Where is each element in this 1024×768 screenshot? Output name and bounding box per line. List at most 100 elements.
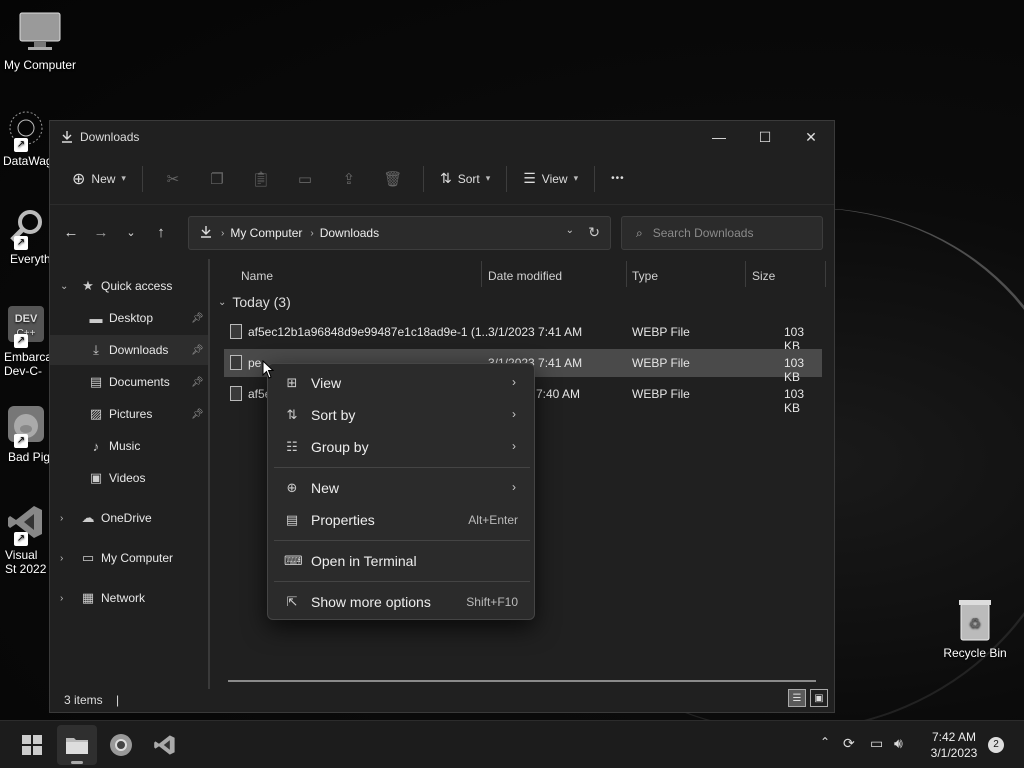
back-arrow-icon[interactable]: ←	[56, 217, 86, 247]
column-divider[interactable]	[825, 261, 826, 287]
menu-item-group-by[interactable]: ☷ Group by ›	[274, 432, 530, 462]
sidebar-item-label: Desktop	[109, 311, 154, 325]
sidebar-item-onedrive[interactable]: › ☁ OneDrive	[50, 503, 208, 533]
recent-locations-chevron-icon[interactable]: ⌄	[116, 217, 146, 247]
sidebar-item-network[interactable]: › ▦ Network	[50, 583, 208, 613]
sidebar-item-downloads[interactable]: ⤓ Downloads 📌︎	[50, 335, 208, 365]
toolbar-divider	[594, 165, 596, 192]
display-icon[interactable]: ▭	[870, 735, 883, 752]
download-icon	[199, 225, 213, 242]
desktop-icon-embarcadero[interactable]: DEVC++ ↗ Embarca Dev-C-	[0, 302, 52, 378]
taskbar-visual-studio[interactable]	[145, 725, 185, 765]
menu-item-open-in-terminal[interactable]: ⌨ Open in Terminal	[274, 546, 530, 576]
rename-icon[interactable]: ▭	[289, 161, 321, 197]
sidebar-item-music[interactable]: ♪ Music	[50, 431, 208, 461]
sidebar-item-quick-access[interactable]: ⌄ ★ Quick access	[50, 271, 208, 301]
column-header-name[interactable]: Name	[241, 263, 273, 289]
title-bar[interactable]: Downloads — ☐ ✕	[50, 121, 834, 153]
sidebar-item-my-computer[interactable]: › ▭ My Computer	[50, 543, 208, 573]
breadcrumb-my-computer[interactable]: My Computer	[230, 226, 302, 240]
desktop-icon-visual-studio[interactable]: ↗ Visual St 2022	[0, 500, 52, 576]
network-icon: ▦	[81, 590, 95, 605]
status-separator: |	[116, 693, 120, 707]
delete-icon[interactable]: 🗑︎	[377, 161, 409, 197]
mouse-cursor-icon	[262, 360, 275, 379]
speaker-icon[interactable]: 🔊︎	[894, 735, 903, 752]
view-button[interactable]: ☰ View ▾	[515, 161, 586, 197]
sidebar-item-videos[interactable]: ▣ Videos	[50, 463, 208, 493]
forward-arrow-icon[interactable]: →	[86, 217, 116, 247]
menu-item-label: Group by	[311, 439, 369, 455]
column-divider[interactable]	[481, 261, 482, 287]
menu-item-new[interactable]: ⊕ New ›	[274, 473, 530, 503]
chevron-down-icon: ▾	[485, 173, 491, 183]
up-arrow-icon[interactable]: ↑	[146, 217, 176, 247]
shortcut-arrow-icon: ↗	[14, 138, 28, 152]
webp-file-icon	[230, 386, 242, 401]
details-view-icon[interactable]: ☰	[788, 689, 806, 707]
sidebar-item-documents[interactable]: ▤ Documents 📌︎	[50, 367, 208, 397]
paste-icon[interactable]: 📋︎	[245, 161, 277, 197]
desktop-icon-everything[interactable]: ↗ Everyth	[0, 204, 52, 266]
minimize-button[interactable]: —	[696, 121, 742, 153]
new-button[interactable]: ⊕ New ▾	[64, 161, 134, 197]
chevron-down-icon[interactable]: ⌄	[566, 225, 574, 236]
notification-badge[interactable]: 2	[988, 737, 1004, 753]
breadcrumb-downloads[interactable]: Downloads	[320, 226, 379, 240]
file-type: WEBP File	[632, 325, 690, 339]
copy-icon[interactable]: ❐	[201, 161, 233, 197]
pin-icon: 📌︎	[191, 408, 204, 420]
shortcut-arrow-icon: ↗	[14, 334, 28, 348]
navigation-pane: ⌄ ★ Quick access ▬ Desktop 📌︎ ⤓ Download…	[50, 259, 210, 689]
desktop-icon-my-computer[interactable]: My Computer	[0, 10, 80, 72]
share-icon[interactable]: ⇪	[333, 161, 365, 197]
group-header-today[interactable]: ⌄ Today (3)	[218, 294, 291, 310]
chevron-down-icon: ▾	[573, 173, 579, 183]
chevron-right-icon: ›	[60, 552, 64, 564]
column-header-date[interactable]: Date modified	[488, 263, 562, 289]
view-toggles: ☰ ▣	[788, 689, 828, 707]
search-input[interactable]	[652, 226, 803, 240]
shortcut-arrow-icon: ↗	[14, 434, 28, 448]
column-header-type[interactable]: Type	[632, 263, 658, 289]
sidebar-item-desktop[interactable]: ▬ Desktop 📌︎	[50, 303, 208, 333]
taskbar-file-explorer[interactable]	[57, 725, 97, 765]
active-indicator	[71, 761, 83, 764]
desktop-icon-recycle-bin[interactable]: ♻ Recycle Bin	[935, 598, 1015, 660]
desktop-icon-datawag[interactable]: ↗ DataWag	[0, 106, 52, 168]
desktop-icon-label: My Computer	[3, 58, 77, 72]
see-more-button[interactable]: •••	[603, 161, 633, 197]
menu-item-properties[interactable]: ▤ Properties Alt+Enter	[274, 505, 530, 535]
maximize-button[interactable]: ☐	[742, 121, 788, 153]
sort-button[interactable]: ⇅ Sort ▾	[432, 161, 498, 197]
taskbar-chrome[interactable]	[101, 725, 141, 765]
desktop-icon-label: Everyth	[10, 252, 51, 266]
view-icon: ☰	[523, 170, 536, 186]
start-button[interactable]	[12, 725, 52, 765]
sync-icon[interactable]: ⟳	[843, 735, 855, 752]
sidebar-scrollbar[interactable]	[208, 259, 210, 689]
table-row[interactable]: af5ec12b1a96848d9e99487e1c18ad9e-1 (1...…	[224, 318, 822, 353]
desktop-icon-bad-piggies[interactable]: ↗ Bad Pig	[0, 402, 52, 464]
large-icons-view-icon[interactable]: ▣	[810, 689, 828, 707]
grid-icon: ⊞	[286, 375, 298, 390]
column-divider[interactable]	[626, 261, 627, 287]
horizontal-scrollbar[interactable]	[228, 680, 816, 682]
sidebar-item-pictures[interactable]: ▨ Pictures 📌︎	[50, 399, 208, 429]
monitor-icon: ▭	[81, 550, 95, 565]
column-divider[interactable]	[745, 261, 746, 287]
menu-item-sort-by[interactable]: ⇅ Sort by ›	[274, 400, 530, 430]
menu-item-label: Open in Terminal	[311, 553, 417, 569]
column-header-size[interactable]: Size	[752, 263, 775, 289]
address-bar[interactable]: › My Computer › Downloads ⌄ ↻	[188, 216, 611, 250]
menu-item-view[interactable]: ⊞ View ›	[274, 368, 530, 398]
clock[interactable]: 7:42 AM 3/1/2023	[922, 729, 986, 761]
refresh-icon[interactable]: ↻	[588, 224, 600, 241]
chevron-up-icon[interactable]: ⌃	[820, 735, 830, 749]
menu-item-show-more-options[interactable]: ⇱ Show more options Shift+F10	[274, 587, 530, 617]
cut-icon[interactable]: ✂	[157, 161, 189, 197]
menu-item-label: New	[311, 480, 340, 496]
clock-date: 3/1/2023	[930, 746, 978, 760]
search-box[interactable]: ⌕	[621, 216, 823, 250]
close-button[interactable]: ✕	[788, 121, 834, 153]
